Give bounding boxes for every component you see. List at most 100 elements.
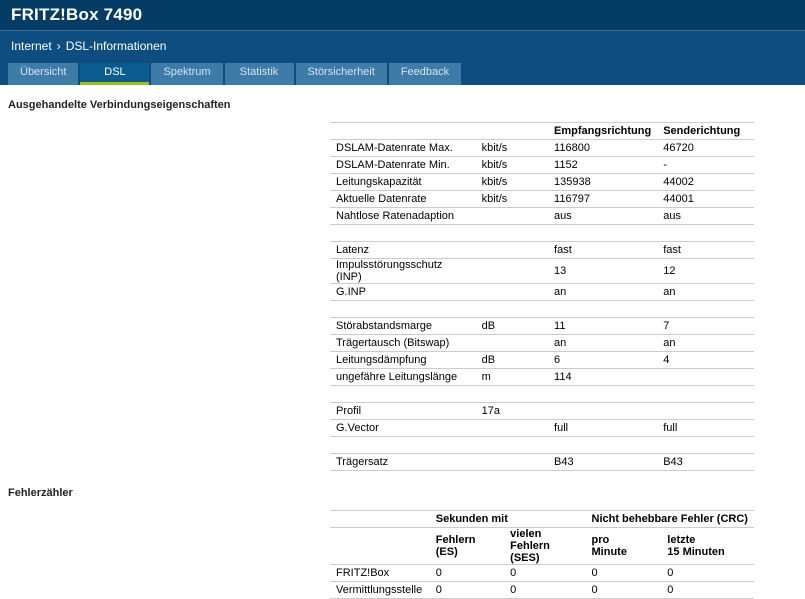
table-cell: fast xyxy=(657,241,754,259)
table-row: Störabstandsmarge dB 11 7 xyxy=(330,317,754,335)
col-header-senderichtung: Senderichtung xyxy=(657,122,754,140)
error-table-column-header-row: Fehlern (ES) vielen Fehlern (SES) pro Mi… xyxy=(330,527,754,565)
connection-table: Empfangsrichtung Senderichtung DSLAM-Dat… xyxy=(330,122,754,471)
table-cell: 11 xyxy=(548,317,658,335)
table-cell: G.Vector xyxy=(330,419,476,437)
table-cell: Leitungskapazität xyxy=(330,173,476,191)
table-cell: kbit/s xyxy=(475,190,549,208)
table-cell: kbit/s xyxy=(475,139,549,157)
tab-spektrum[interactable]: Spektrum xyxy=(151,63,223,85)
table-cell: 135938 xyxy=(548,173,658,191)
col-header-last-15-min: letzte 15 Minuten xyxy=(661,527,754,565)
error-table: Sekunden mit Nicht behebbare Fehler (CRC… xyxy=(330,510,754,599)
table-cell: 13 xyxy=(548,258,658,284)
table-cell: 12 xyxy=(657,258,754,284)
table-cell xyxy=(657,436,754,454)
table-row: G.INP an an xyxy=(330,283,754,301)
table-cell: Störabstandsmarge xyxy=(330,317,476,335)
table-cell: dB xyxy=(475,317,549,335)
table-cell: 1152 xyxy=(548,156,658,174)
table-cell xyxy=(475,419,549,437)
table-row: Leitungskapazität kbit/s 135938 44002 xyxy=(330,173,754,191)
table-cell: an xyxy=(548,283,658,301)
table-cell xyxy=(548,385,658,403)
table-cell xyxy=(330,224,476,242)
table-row: Profil 17a xyxy=(330,402,754,420)
error-table-wrapper: Sekunden mit Nicht behebbare Fehler (CRC… xyxy=(330,486,754,599)
table-cell xyxy=(475,385,549,403)
table-cell xyxy=(475,258,549,284)
section-title-errors: Fehlerzähler xyxy=(8,487,73,499)
table-cell xyxy=(657,224,754,242)
table-cell: 0 xyxy=(504,581,586,599)
table-cell: 0 xyxy=(661,564,754,582)
col-header-es: Fehlern (ES) xyxy=(429,527,505,565)
breadcrumb: Internet › DSL-Informationen xyxy=(0,30,805,60)
col-header-empty xyxy=(330,527,430,565)
table-cell: 116797 xyxy=(548,190,658,208)
table-cell xyxy=(657,300,754,318)
tab-dsl[interactable]: DSL xyxy=(80,63,150,85)
table-cell xyxy=(475,453,549,471)
table-row xyxy=(330,300,754,318)
table-cell: full xyxy=(548,419,658,437)
table-cell xyxy=(475,300,549,318)
table-cell: 44002 xyxy=(657,173,754,191)
error-table-group-header-row: Sekunden mit Nicht behebbare Fehler (CRC… xyxy=(330,510,754,528)
table-cell xyxy=(657,402,754,420)
table-cell: 0 xyxy=(429,564,505,582)
table-cell xyxy=(330,385,476,403)
table-cell: m xyxy=(475,368,549,386)
table-cell: 4 xyxy=(657,351,754,369)
table-row xyxy=(330,436,754,454)
table-row: Trägersatz B43 B43 xyxy=(330,453,754,471)
table-cell xyxy=(475,283,549,301)
table-cell: Trägersatz xyxy=(330,453,476,471)
table-row: Nahtlose Ratenadaption aus aus xyxy=(330,207,754,225)
table-cell xyxy=(475,207,549,225)
table-cell: an xyxy=(548,334,658,352)
table-row xyxy=(330,385,754,403)
table-cell: DSLAM-Datenrate Min. xyxy=(330,156,476,174)
table-cell: Aktuelle Datenrate xyxy=(330,190,476,208)
table-row: Aktuelle Datenrate kbit/s 116797 44001 xyxy=(330,190,754,208)
table-cell: 0 xyxy=(504,564,586,582)
table-cell: 0 xyxy=(661,581,754,599)
table-cell: kbit/s xyxy=(475,173,549,191)
table-cell: 44001 xyxy=(657,190,754,208)
tab-statistik[interactable]: Statistik xyxy=(224,63,294,85)
table-cell: FRITZ!Box xyxy=(330,564,430,582)
table-cell: G.INP xyxy=(330,283,476,301)
tab-feedback[interactable]: Feedback xyxy=(388,63,462,85)
tab-uebersicht[interactable]: Übersicht xyxy=(8,63,79,85)
table-cell: Vermittlungsstelle xyxy=(330,581,430,599)
header-cell-empty xyxy=(330,122,476,140)
table-row: FRITZ!Box 0 0 0 0 xyxy=(330,564,754,582)
table-cell: - xyxy=(657,156,754,174)
table-cell: 116800 xyxy=(548,139,658,157)
group-header-seconds: Sekunden mit xyxy=(429,510,586,528)
section-title-connection: Ausgehandelte Verbindungseigenschaften xyxy=(8,99,231,111)
table-row: ungefähre Leitungslänge m 114 xyxy=(330,368,754,386)
breadcrumb-internet[interactable]: Internet xyxy=(11,39,52,53)
connection-table-wrapper: Empfangsrichtung Senderichtung DSLAM-Dat… xyxy=(330,98,754,471)
group-header-crc: Nicht behebbare Fehler (CRC) xyxy=(585,510,754,528)
tab-bar: Übersicht DSL Spektrum Statistik Störsic… xyxy=(0,60,805,85)
table-row: Impulsstörungsschutz (INP) 13 12 xyxy=(330,258,754,284)
table-cell: Profil xyxy=(330,402,476,420)
table-cell: full xyxy=(657,419,754,437)
table-cell xyxy=(548,300,658,318)
table-cell xyxy=(475,241,549,259)
table-row: DSLAM-Datenrate Min. kbit/s 1152- xyxy=(330,156,754,174)
breadcrumb-separator-icon: › xyxy=(56,38,61,53)
table-cell: B43 xyxy=(548,453,658,471)
group-header-empty xyxy=(330,510,430,528)
table-cell: aus xyxy=(657,207,754,225)
tab-stoersicherheit[interactable]: Störsicherheit xyxy=(295,63,387,85)
table-cell: Latenz xyxy=(330,241,476,259)
connection-section: Ausgehandelte Verbindungseigenschaften E… xyxy=(0,85,805,471)
table-cell: an xyxy=(657,334,754,352)
table-cell: Nahtlose Ratenadaption xyxy=(330,207,476,225)
table-cell xyxy=(475,334,549,352)
table-cell xyxy=(657,385,754,403)
